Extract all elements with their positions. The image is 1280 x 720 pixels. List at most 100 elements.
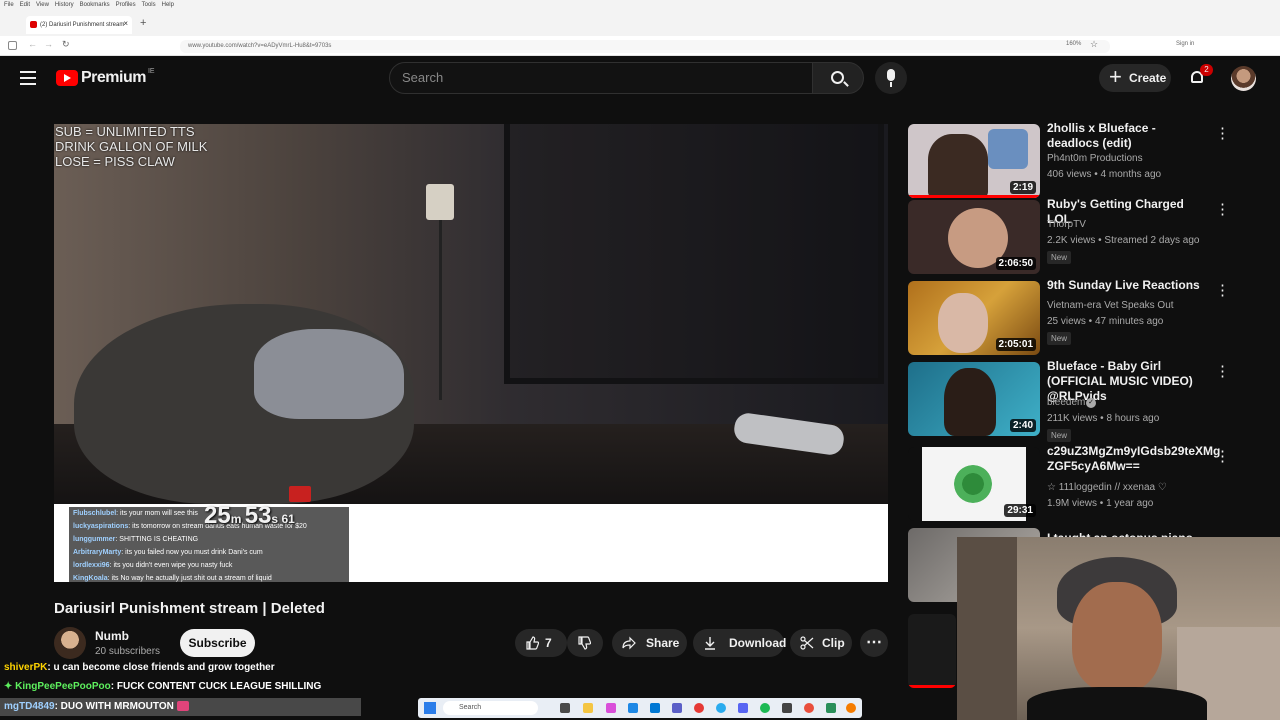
channel-name[interactable]: Numb [95, 629, 129, 643]
recommendation-item[interactable]: 2:40 Blueface - Baby Girl (OFFICIAL MUSI… [908, 359, 1228, 442]
more-options-icon[interactable] [1215, 447, 1221, 463]
video-frame-red-cup [289, 486, 311, 502]
clip-button[interactable]: Clip [790, 629, 852, 657]
menu-bookmarks[interactable]: Bookmarks [80, 2, 110, 8]
chat-user: lordlexxi96 [73, 562, 110, 569]
tab-youtube[interactable]: (2) Dariusirl Punishment stream × [26, 16, 132, 34]
chrome-icon[interactable] [804, 703, 814, 713]
menu-file[interactable]: File [4, 2, 14, 8]
menu-view[interactable]: View [36, 2, 49, 8]
video-thumbnail[interactable]: 2:06:50 [908, 200, 1040, 274]
video-meta: 211K views • 8 hours ago [1047, 413, 1160, 424]
chat-user: KingPeePeePooPoo [15, 681, 111, 692]
opera-icon[interactable] [694, 703, 704, 713]
chat-user: mgTD4849 [4, 701, 55, 712]
video-thumbnail[interactable]: 29:31 [908, 447, 1040, 521]
dislike-button[interactable] [567, 629, 603, 657]
notification-badge: 2 [1200, 64, 1213, 76]
video-meta: 2.2K views • Streamed 2 days ago [1047, 235, 1200, 246]
more-options-icon[interactable] [1215, 362, 1221, 378]
like-button[interactable]: 7 [515, 629, 567, 657]
menu-tools[interactable]: Tools [142, 2, 156, 8]
tab-close-icon[interactable]: × [123, 19, 128, 28]
search-button[interactable] [812, 62, 864, 94]
more-options-icon[interactable] [1215, 281, 1221, 297]
taskbar-search[interactable]: Search [443, 701, 538, 715]
search-input[interactable]: Search [389, 62, 814, 94]
teams-icon[interactable] [672, 703, 682, 713]
sign-in-link[interactable]: Sign in [1176, 41, 1194, 47]
more-actions-icon[interactable]: ⋯ [860, 629, 888, 657]
video-title[interactable]: 2hollis x Blueface - deadlocs (edit) [1047, 121, 1207, 151]
menu-profiles[interactable]: Profiles [116, 2, 136, 8]
timer-minutes: 25 [204, 502, 231, 529]
overlay-line: SUB = UNLIMITED TTS [55, 124, 195, 139]
search-icon [831, 71, 844, 84]
more-options-icon[interactable] [1215, 200, 1221, 216]
menu-help[interactable]: Help [162, 2, 174, 8]
share-button[interactable]: Share [612, 629, 687, 657]
file-explorer-icon[interactable] [583, 703, 593, 713]
bookmark-star-icon[interactable]: ☆ [1090, 39, 1098, 50]
video-frame-lamp-pole [439, 220, 442, 400]
menu-edit[interactable]: Edit [20, 2, 30, 8]
obs-icon[interactable] [782, 703, 792, 713]
download-button[interactable]: Download [693, 629, 786, 657]
channel-name[interactable]: ☆ 111loggedin // xxenaa ♡ [1047, 482, 1167, 493]
video-thumbnail[interactable]: 2:40 [908, 362, 1040, 436]
youtube-play-icon [56, 70, 78, 86]
sidebar-toggle-icon[interactable] [8, 41, 17, 50]
video-frame-bunkbed [504, 124, 884, 384]
share-arrow-icon [622, 636, 636, 650]
url-field[interactable]: www.youtube.com/watch?v=eADyVmrL-Hu8&t=9… [180, 40, 1110, 53]
stream-chat-line: ✦ KingPeePeePooPoo: FUCK CONTENT CUCK LE… [0, 678, 321, 696]
video-player[interactable]: SUB = UNLIMITED TTS DRINK GALLON OF MILK… [54, 124, 888, 582]
back-icon[interactable]: ← [28, 39, 37, 49]
menu-history[interactable]: History [55, 2, 74, 8]
windows-start-icon[interactable] [424, 702, 436, 714]
youtube-premium-logo[interactable]: Premium IE [56, 68, 155, 87]
account-avatar[interactable] [1231, 66, 1256, 91]
video-thumbnail[interactable]: 2:05:01 [908, 281, 1040, 355]
discord-icon[interactable] [738, 703, 748, 713]
firefox-icon[interactable] [846, 703, 856, 713]
steam-icon[interactable] [716, 703, 726, 713]
spotify-icon[interactable] [760, 703, 770, 713]
create-button[interactable]: Create [1099, 63, 1171, 92]
chat-user: ArbitraryMarty [73, 549, 122, 556]
logo-wordmark: Premium [81, 69, 146, 86]
channel-name[interactable]: Ph4nt0m Productions [1047, 153, 1143, 164]
new-tab-button[interactable]: + [140, 17, 146, 29]
recommendation-item[interactable]: 2:19 2hollis x Blueface - deadlocs (edit… [908, 121, 1228, 204]
channel-name[interactable]: ThorpTV [1047, 219, 1086, 230]
new-badge: New [1047, 429, 1072, 442]
recommendation-item[interactable]: 29:31 c29uZ3MgZm9yIGdsb29teXMg ZGF5cyA6M… [908, 444, 1228, 527]
menu-hamburger-icon[interactable] [20, 71, 36, 85]
video-thumbnail[interactable] [908, 614, 956, 688]
channel-avatar[interactable] [54, 627, 86, 659]
task-view-icon[interactable] [560, 703, 570, 713]
video-thumbnail[interactable]: 2:19 [908, 124, 1040, 198]
video-duration: 2:40 [1009, 419, 1036, 432]
forward-icon[interactable]: → [44, 39, 53, 49]
store-icon[interactable] [650, 703, 660, 713]
edge-icon[interactable] [628, 703, 638, 713]
reload-icon[interactable]: ↻ [62, 39, 70, 50]
chat-message: : its you didn't even wipe you nasty fuc… [109, 562, 233, 569]
video-title[interactable]: c29uZ3MgZm9yIGdsb29teXMg ZGF5cyA6Mw== [1047, 444, 1220, 474]
more-options-icon[interactable] [1215, 124, 1221, 140]
video-frame-lamp [426, 184, 454, 220]
stream-chat-line: shiverPK: u can become close friends and… [0, 659, 275, 677]
video-title[interactable]: 9th Sunday Live Reactions [1047, 278, 1207, 293]
subscribe-button[interactable]: Subscribe [180, 629, 255, 657]
webcam-face [1072, 582, 1162, 692]
recommendation-item[interactable]: 2:05:01 9th Sunday Live Reactions Vietna… [908, 278, 1228, 361]
channel-name[interactable]: bleedem [1047, 397, 1085, 408]
voice-search-mic-icon[interactable] [875, 62, 907, 94]
zoom-level[interactable]: 160% [1066, 41, 1081, 47]
app-icon[interactable] [826, 703, 836, 713]
channel-name[interactable]: Vietnam-era Vet Speaks Out [1047, 300, 1174, 311]
recommendation-item[interactable]: 2:06:50 Ruby's Getting Charged LOL Thorp… [908, 197, 1228, 280]
app-icon[interactable] [606, 703, 616, 713]
notifications-bell-icon[interactable]: 2 [1189, 64, 1213, 86]
